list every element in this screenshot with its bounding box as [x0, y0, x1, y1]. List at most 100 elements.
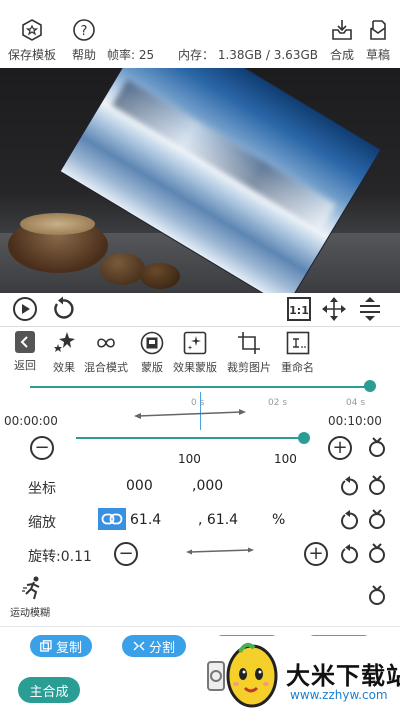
main-compose-label: 主合成	[29, 684, 69, 700]
scale-slider-knob[interactable]	[298, 432, 310, 444]
memory-usage: 内存： 1.38GB / 3.63GB	[178, 48, 318, 62]
watermark-url: www.zzhyw.com	[290, 688, 388, 702]
timeline-slider-track[interactable]	[30, 386, 370, 388]
split-label: 分割	[148, 640, 175, 656]
help-button[interactable]: ? 帮助	[72, 18, 96, 63]
back-button[interactable]: 返回	[14, 331, 36, 373]
copy-icon	[40, 640, 52, 652]
watermark-title: 大米下载站	[286, 662, 400, 690]
rename-icon	[286, 331, 310, 355]
compose-button[interactable]: 合成	[330, 18, 354, 63]
scale-y-value[interactable]: , 61.4	[198, 512, 238, 528]
watermark: 大米下载站 www.zzhyw.com	[207, 636, 400, 710]
play-icon[interactable]	[12, 296, 38, 322]
top-bar: 保存模板 ? 帮助 帧率: 25 内存： 1.38GB / 3.63GB 合成 …	[0, 0, 400, 68]
motion-blur-label: 运动模糊	[10, 608, 50, 619]
link-icon	[101, 513, 123, 525]
reset-icon[interactable]	[366, 584, 388, 606]
crop-image-button[interactable]: 裁剪图片	[227, 331, 271, 375]
decrease-button[interactable]: −	[30, 436, 54, 460]
svg-text:?: ?	[81, 24, 88, 39]
scale-slider-track[interactable]	[76, 437, 304, 439]
tick-0: 0 s	[191, 398, 205, 408]
scale-x-value[interactable]: 61.4	[130, 512, 161, 528]
undo-icon[interactable]	[338, 510, 360, 532]
frame-rate: 帧率: 25	[107, 48, 155, 62]
draft-button[interactable]: 草稿	[366, 18, 390, 63]
collapse-icon[interactable]	[357, 296, 383, 322]
bowl-small	[100, 253, 145, 285]
crop-icon	[237, 331, 261, 355]
stars-icon	[52, 331, 76, 355]
copy-label: 复制	[55, 640, 82, 656]
rename-button[interactable]: 重命名	[281, 331, 314, 375]
reset-icon[interactable]	[366, 542, 388, 564]
reset-icon[interactable]	[366, 508, 388, 530]
aspect-ratio-icon[interactable]: 1:1	[286, 296, 312, 322]
position-x-value[interactable]: 000	[126, 478, 153, 494]
start-time: 00:00:00	[4, 414, 58, 428]
help-icon: ?	[73, 19, 95, 41]
main-compose-button[interactable]: 主合成	[18, 677, 80, 703]
mask-button[interactable]: 蒙版	[140, 331, 164, 375]
svg-text:1:1: 1:1	[289, 304, 309, 317]
bowl-small-2	[140, 263, 180, 289]
help-label: 帮助	[72, 48, 97, 62]
save-template-label: 保存模板	[8, 48, 57, 62]
tick-1: 02 s	[268, 398, 288, 408]
timeline-slider-knob[interactable]	[364, 380, 376, 392]
move-icon[interactable]	[321, 296, 347, 322]
undo-icon[interactable]	[338, 544, 360, 566]
link-scale-toggle[interactable]	[98, 508, 126, 530]
effects-toolbar: 返回 效果 混合模式 蒙版 效果蒙版 裁剪图片 重命名	[0, 326, 400, 378]
mask-icon	[140, 331, 164, 355]
draft-label: 草稿	[366, 48, 391, 62]
rotate-increase-button[interactable]: +	[304, 542, 328, 566]
logo-icon	[226, 642, 278, 708]
compose-label: 合成	[330, 48, 355, 62]
effect-mask-label: 效果蒙版	[173, 361, 217, 374]
back-icon	[15, 331, 35, 353]
position-label: 坐标	[28, 481, 56, 497]
reset-icon[interactable]	[366, 474, 388, 496]
player-controls: 1:1	[0, 293, 400, 325]
crop-image-label: 裁剪图片	[227, 361, 271, 374]
mask-label: 蒙版	[141, 361, 163, 374]
split-icon	[133, 641, 145, 651]
rename-label: 重命名	[281, 361, 314, 374]
increase-button[interactable]: +	[328, 436, 352, 460]
slider-right-value: 100	[274, 452, 297, 466]
template-icon	[22, 19, 42, 41]
save-template-button[interactable]: 保存模板	[8, 18, 56, 63]
split-button[interactable]: 分割	[122, 635, 186, 657]
rotate-slider-icon[interactable]	[186, 546, 254, 556]
slider-left-value: 100	[178, 452, 201, 466]
running-icon[interactable]	[22, 576, 44, 600]
blend-mode-label: 混合模式	[84, 361, 128, 374]
rotate-label: 旋转:0.11	[28, 549, 92, 565]
copy-button[interactable]: 复制	[30, 635, 92, 657]
effects-label: 效果	[53, 361, 75, 374]
timeline: 0 s 02 s 04 s 00:00:00 00:10:00	[0, 378, 400, 438]
position-y-value[interactable]: ,000	[192, 478, 223, 494]
clip-bar-icon	[134, 409, 246, 419]
reset-icon[interactable]	[366, 436, 388, 458]
camera-fragment-icon	[207, 661, 225, 691]
video-preview[interactable]	[0, 68, 400, 293]
replay-icon[interactable]	[50, 296, 76, 322]
blend-icon	[94, 331, 118, 355]
properties-panel: − + 100 100 坐标 000 ,000 缩放 61.4 , 61.4 %…	[0, 430, 400, 626]
scale-label: 缩放	[28, 515, 56, 531]
compose-icon	[332, 20, 352, 40]
end-time: 00:10:00	[328, 414, 382, 428]
bowl-food	[20, 213, 95, 235]
blend-mode-button[interactable]: 混合模式	[84, 331, 128, 375]
scale-unit: %	[272, 512, 286, 528]
effect-mask-icon	[183, 331, 207, 355]
effects-button[interactable]: 效果	[52, 331, 76, 375]
undo-icon[interactable]	[338, 476, 360, 498]
back-label: 返回	[14, 359, 36, 372]
rotate-decrease-button[interactable]: −	[114, 542, 138, 566]
draft-icon	[370, 20, 386, 40]
effect-mask-button[interactable]: 效果蒙版	[173, 331, 217, 375]
